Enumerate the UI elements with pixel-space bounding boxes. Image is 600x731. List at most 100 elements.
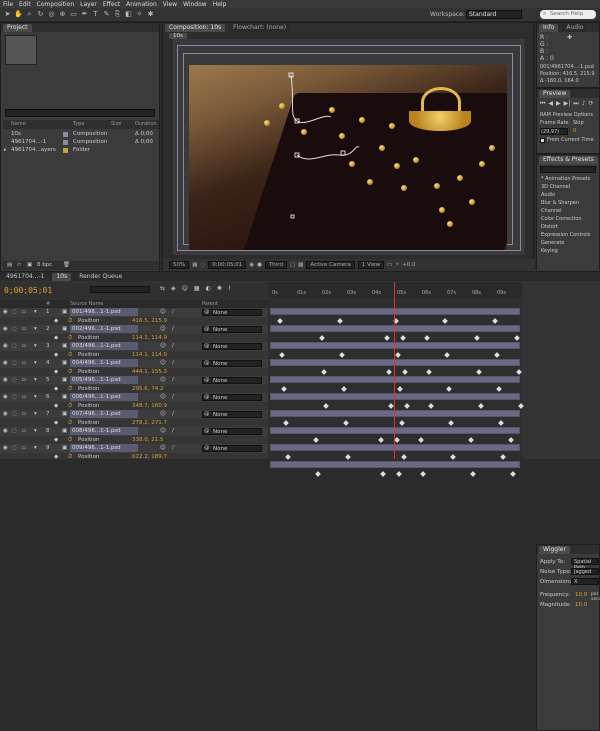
frame-rate-select[interactable]: (29.97): [540, 128, 568, 135]
property-value[interactable]: 622.2, 189.7: [132, 453, 167, 460]
layer-duration-bar[interactable]: [270, 342, 520, 349]
last-frame-icon[interactable]: ⏭: [573, 100, 578, 108]
bit-depth-button[interactable]: 8 bpc: [37, 261, 52, 270]
layer-name[interactable]: 005/496...1-1.psd: [70, 376, 138, 384]
menu-window[interactable]: Window: [183, 1, 207, 8]
keyframe[interactable]: [345, 453, 351, 460]
expand-arrow-icon[interactable]: ▾: [34, 427, 37, 436]
stopwatch-icon[interactable]: ⏱: [68, 453, 72, 460]
effects-item[interactable]: * Animation Presets: [537, 175, 599, 183]
keyframe[interactable]: [508, 436, 514, 443]
hide-shy-icon[interactable]: ☺: [182, 285, 188, 292]
expand-arrow-icon[interactable]: ▾: [34, 359, 37, 368]
keyframe[interactable]: [337, 317, 343, 324]
audio-icon[interactable]: ◌: [12, 427, 17, 436]
keyframe[interactable]: [500, 453, 506, 460]
tab-preview[interactable]: Preview: [539, 89, 571, 98]
keyframe[interactable]: [283, 419, 289, 426]
property-value[interactable]: 278.2, 271.7: [132, 419, 167, 428]
loop-icon[interactable]: ⟳: [589, 100, 594, 108]
new-folder-icon[interactable]: ▱: [17, 261, 21, 270]
switch-shy-icon[interactable]: ☺: [160, 308, 166, 317]
project-item[interactable]: 4961704...-1 Composition Δ 0;00: [3, 139, 159, 146]
resolution-select[interactable]: Third: [264, 261, 287, 269]
next-frame-icon[interactable]: ▶|: [564, 100, 571, 108]
rectangle-tool-icon[interactable]: ▭: [69, 10, 78, 19]
layer-row[interactable]: ◉ ◌ ▫ ▾ 5 ▣ 005/496...1-1.psd ☺ / None @: [0, 376, 268, 385]
search-help-input[interactable]: Search Help: [540, 10, 596, 19]
layer-name[interactable]: 004/496...1-1.psd: [70, 359, 138, 367]
hand-tool-icon[interactable]: ✋: [14, 10, 23, 19]
pickwhip-icon[interactable]: @: [204, 444, 210, 453]
workspace-select[interactable]: Standard: [466, 10, 522, 19]
stopwatch-icon[interactable]: ⏱: [68, 368, 72, 377]
clone-tool-icon[interactable]: ⎘: [113, 10, 122, 19]
menu-layer[interactable]: Layer: [80, 1, 97, 8]
keyframe[interactable]: [444, 351, 450, 358]
layer-row[interactable]: ◉ ◌ ▫ ▾ 9 ▣ 009/496...1-1.psd ☺ / None @: [0, 444, 268, 453]
property-value[interactable]: 114.1, 114.9: [132, 334, 167, 343]
eye-icon[interactable]: ◉: [3, 410, 8, 419]
tab-project[interactable]: Project: [3, 23, 32, 32]
keyframe[interactable]: [442, 317, 448, 324]
keyframe[interactable]: [404, 402, 410, 409]
audio-icon[interactable]: ◌: [12, 393, 17, 402]
keyframe-nav-icon[interactable]: ◆: [54, 453, 58, 460]
keyframe[interactable]: [400, 334, 406, 341]
switch-quality-icon[interactable]: /: [172, 444, 174, 453]
transparency-grid-icon[interactable]: ▩: [298, 262, 303, 268]
frame-blending-icon[interactable]: ▦: [194, 285, 200, 292]
layer-duration-bar[interactable]: [270, 427, 520, 434]
layer-name[interactable]: 009/496...1-1.psd: [70, 444, 138, 452]
property-row[interactable]: ◆ ⏱ Position 416.5, 215.9: [0, 316, 268, 325]
motion-path[interactable]: [189, 65, 507, 250]
effects-item[interactable]: Blur & Sharpen: [537, 199, 599, 207]
timeline-graph[interactable]: 0s 01s 02s 03s 04s 05s 06s 07s 08s 09s: [268, 282, 524, 477]
tab-timeline-psd[interactable]: 4961704...-1: [2, 272, 49, 281]
switch-shy-icon[interactable]: ☺: [160, 342, 166, 351]
switch-quality-icon[interactable]: /: [172, 393, 174, 402]
new-comp-icon[interactable]: ▣: [27, 261, 32, 270]
lock-icon[interactable]: ▫: [22, 444, 26, 453]
pickwhip-icon[interactable]: @: [204, 342, 210, 351]
keyframe[interactable]: [397, 385, 403, 392]
from-current-checkbox[interactable]: [540, 138, 545, 143]
tab-audio[interactable]: Audio: [562, 23, 588, 32]
layer-duration-bar[interactable]: [270, 444, 520, 451]
keyframe-nav-icon[interactable]: ◆: [54, 368, 58, 377]
pan-behind-tool-icon[interactable]: ⊕: [58, 10, 67, 19]
pickwhip-icon[interactable]: @: [204, 427, 210, 436]
switch-shy-icon[interactable]: ☺: [160, 325, 166, 334]
property-row[interactable]: ◆ ⏱ Position 278.2, 271.7: [0, 418, 268, 428]
keyframe[interactable]: [321, 368, 327, 375]
menu-composition[interactable]: Composition: [37, 1, 74, 8]
audio-icon[interactable]: ◌: [12, 308, 17, 317]
parent-select[interactable]: None: [202, 342, 262, 350]
pen-tool-icon[interactable]: ✒: [80, 10, 89, 19]
col-duration[interactable]: Duration: [135, 120, 157, 129]
snapshot-icon[interactable]: ◉: [249, 262, 254, 268]
eye-icon[interactable]: ◉: [3, 359, 8, 368]
switch-quality-icon[interactable]: /: [172, 325, 174, 334]
layer-name[interactable]: 007/496...1-1.psd: [70, 410, 138, 418]
col-source-name[interactable]: Source Name: [70, 300, 104, 308]
keyframe[interactable]: [384, 334, 390, 341]
keyframe[interactable]: [418, 436, 424, 443]
effects-item[interactable]: Audio: [537, 191, 599, 199]
pickwhip-icon[interactable]: @: [204, 393, 210, 402]
eye-icon[interactable]: ◉: [3, 342, 8, 351]
layer-duration-bar[interactable]: [270, 359, 520, 366]
zoom-tool-icon[interactable]: ⌕: [25, 10, 34, 19]
parent-select[interactable]: None: [202, 427, 262, 435]
region-of-interest-icon[interactable]: ▢: [290, 262, 295, 268]
skip-value[interactable]: 0: [573, 128, 576, 134]
tab-timeline-10s[interactable]: 10s: [52, 272, 72, 281]
col-name[interactable]: Name: [11, 120, 26, 129]
keyframe[interactable]: [450, 453, 456, 460]
ram-preview-options[interactable]: RAM Preview Options: [540, 112, 593, 118]
apply-to-select[interactable]: Spatial Path: [571, 558, 599, 571]
stopwatch-icon[interactable]: ⏱: [68, 402, 72, 411]
menu-effect[interactable]: Effect: [103, 1, 120, 8]
property-value[interactable]: 444.1, 155.3: [132, 368, 167, 377]
keyframe[interactable]: [386, 368, 392, 375]
